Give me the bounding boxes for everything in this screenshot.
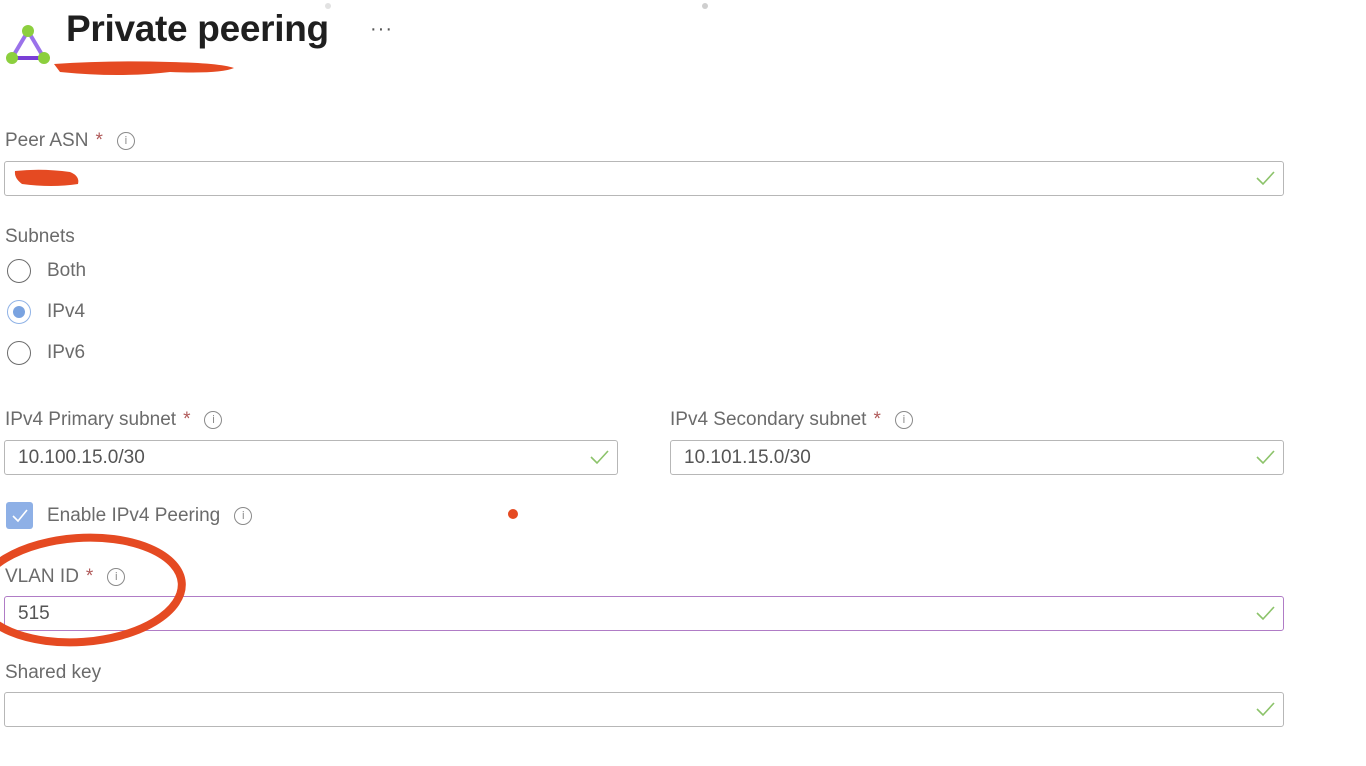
redaction-mark	[54, 61, 234, 75]
scroll-indicator-dot	[702, 3, 708, 9]
checkbox-checked[interactable]	[6, 502, 33, 529]
required-asterisk: *	[95, 130, 103, 151]
shared-key-input[interactable]	[4, 692, 1284, 727]
valid-check-icon	[1256, 171, 1275, 186]
annotation-circle	[0, 533, 186, 647]
ipv4-secondary-label-text: IPv4 Secondary subnet	[670, 409, 867, 430]
radio-button-selected[interactable]	[7, 300, 31, 324]
radio-label: IPv6	[47, 342, 86, 363]
radio-label: Both	[47, 260, 87, 281]
ipv4-secondary-value: 10.101.15.0/30	[684, 446, 811, 468]
enable-ipv4-label: Enable IPv4 Peering	[47, 504, 221, 526]
radio-button[interactable]	[7, 341, 31, 365]
subnet-option-ipv6[interactable]: IPv6	[7, 341, 85, 365]
peering-triangle-icon	[6, 25, 50, 64]
annotation-dot	[508, 509, 518, 519]
radio-label: IPv4	[47, 301, 86, 322]
valid-check-icon	[590, 450, 609, 465]
enable-ipv4-peering-checkbox[interactable]: Enable IPv4 Peering i	[6, 502, 253, 529]
info-icon[interactable]: i	[116, 132, 135, 150]
radio-button[interactable]	[7, 259, 31, 283]
required-asterisk: *	[873, 409, 881, 430]
subnet-option-ipv4[interactable]: IPv4	[7, 300, 85, 324]
ipv4-primary-label: IPv4 Primary subnet * i	[5, 409, 223, 431]
valid-check-icon	[1256, 606, 1275, 621]
info-icon[interactable]: i	[234, 506, 253, 525]
peer-asn-label: Peer ASN * i	[5, 130, 135, 152]
checkmark-icon	[12, 509, 28, 523]
ipv4-primary-input[interactable]: 10.100.15.0/30	[4, 440, 618, 475]
page-title: Private peering	[66, 8, 329, 49]
subnets-label: Subnets	[5, 226, 75, 247]
ipv4-secondary-input[interactable]: 10.101.15.0/30	[670, 440, 1284, 475]
info-icon[interactable]: i	[204, 411, 223, 429]
ipv4-primary-value: 10.100.15.0/30	[18, 446, 145, 468]
ipv4-primary-label-text: IPv4 Primary subnet	[5, 409, 177, 430]
peer-asn-input[interactable]	[4, 161, 1284, 196]
valid-check-icon	[1256, 702, 1275, 717]
shared-key-label: Shared key	[5, 662, 102, 683]
ipv4-secondary-label: IPv4 Secondary subnet * i	[670, 409, 913, 431]
valid-check-icon	[1256, 450, 1275, 465]
peer-asn-label-text: Peer ASN	[5, 130, 89, 151]
required-asterisk: *	[183, 409, 191, 430]
subnet-option-both[interactable]: Both	[7, 259, 86, 283]
info-icon[interactable]: i	[894, 411, 913, 429]
redaction-mark	[14, 169, 79, 186]
more-options-button[interactable]: ···	[370, 18, 393, 41]
